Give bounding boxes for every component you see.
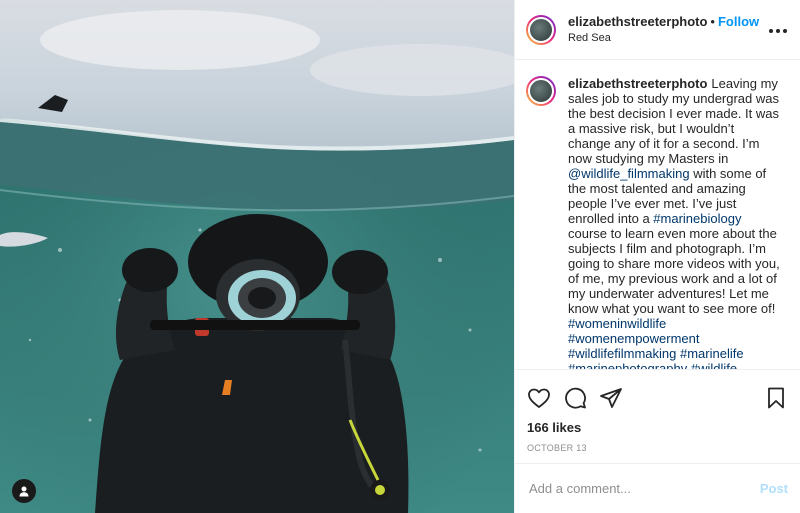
avatar-image [528,78,554,104]
hashtag-link[interactable]: #wildlife [691,361,737,369]
action-icons [527,378,788,418]
more-options-icon[interactable] [768,21,788,39]
post-side-panel: elizabethstreeterphoto • Follow Red Sea el… [514,0,800,513]
header-text: elizabethstreeterphoto • Follow Red Sea [568,14,768,46]
hashtag-link[interactable]: #womeninwildlife [568,316,666,331]
caption-username[interactable]: elizabethstreeterphoto [568,76,707,91]
post-image[interactable] [0,0,514,513]
caption-text-3: course to learn even more about the subj… [568,226,780,316]
tagged-users-button[interactable] [12,479,36,503]
likes-count[interactable]: 166 likes [527,420,788,435]
hashtag-link[interactable]: #marinephotography [568,361,687,369]
avatar[interactable] [526,14,556,45]
avatar-image [528,16,554,43]
header-separator: • [710,13,715,29]
post-header: elizabethstreeterphoto • Follow Red Sea [515,0,800,60]
post-comment-button[interactable]: Post [760,481,788,496]
hashtag-link[interactable]: #marinelife [680,346,744,361]
hashtag-link[interactable]: #wildlifefilmmaking [568,346,676,361]
post-actions: 166 likes OCTOBER 13 [515,369,800,463]
follow-button[interactable]: Follow [718,14,759,29]
header-username[interactable]: elizabethstreeterphoto [568,14,707,29]
user-icon [19,486,29,497]
hashtag-link[interactable]: #womenempowerment [568,331,700,346]
comment-box: Post [515,463,800,513]
post-caption: elizabethstreeterphoto Leaving my sales j… [568,76,780,369]
caption-avatar[interactable] [526,76,556,106]
comments-area: elizabethstreeterphoto Leaving my sales j… [515,60,800,369]
mention-link[interactable]: @wildlife_filmmaking [568,166,690,181]
hashtag-link[interactable]: #marinebiology [653,211,741,226]
comment-input[interactable] [527,480,760,497]
share-icon[interactable] [599,386,623,410]
location-link[interactable]: Red Sea [568,30,768,46]
post-date[interactable]: OCTOBER 13 [527,443,788,453]
bookmark-icon[interactable] [764,386,788,410]
underwater-diver-photo [0,0,514,513]
comment-icon[interactable] [563,386,587,410]
heart-icon[interactable] [527,386,551,410]
post-container: elizabethstreeterphoto • Follow Red Sea el… [0,0,800,513]
